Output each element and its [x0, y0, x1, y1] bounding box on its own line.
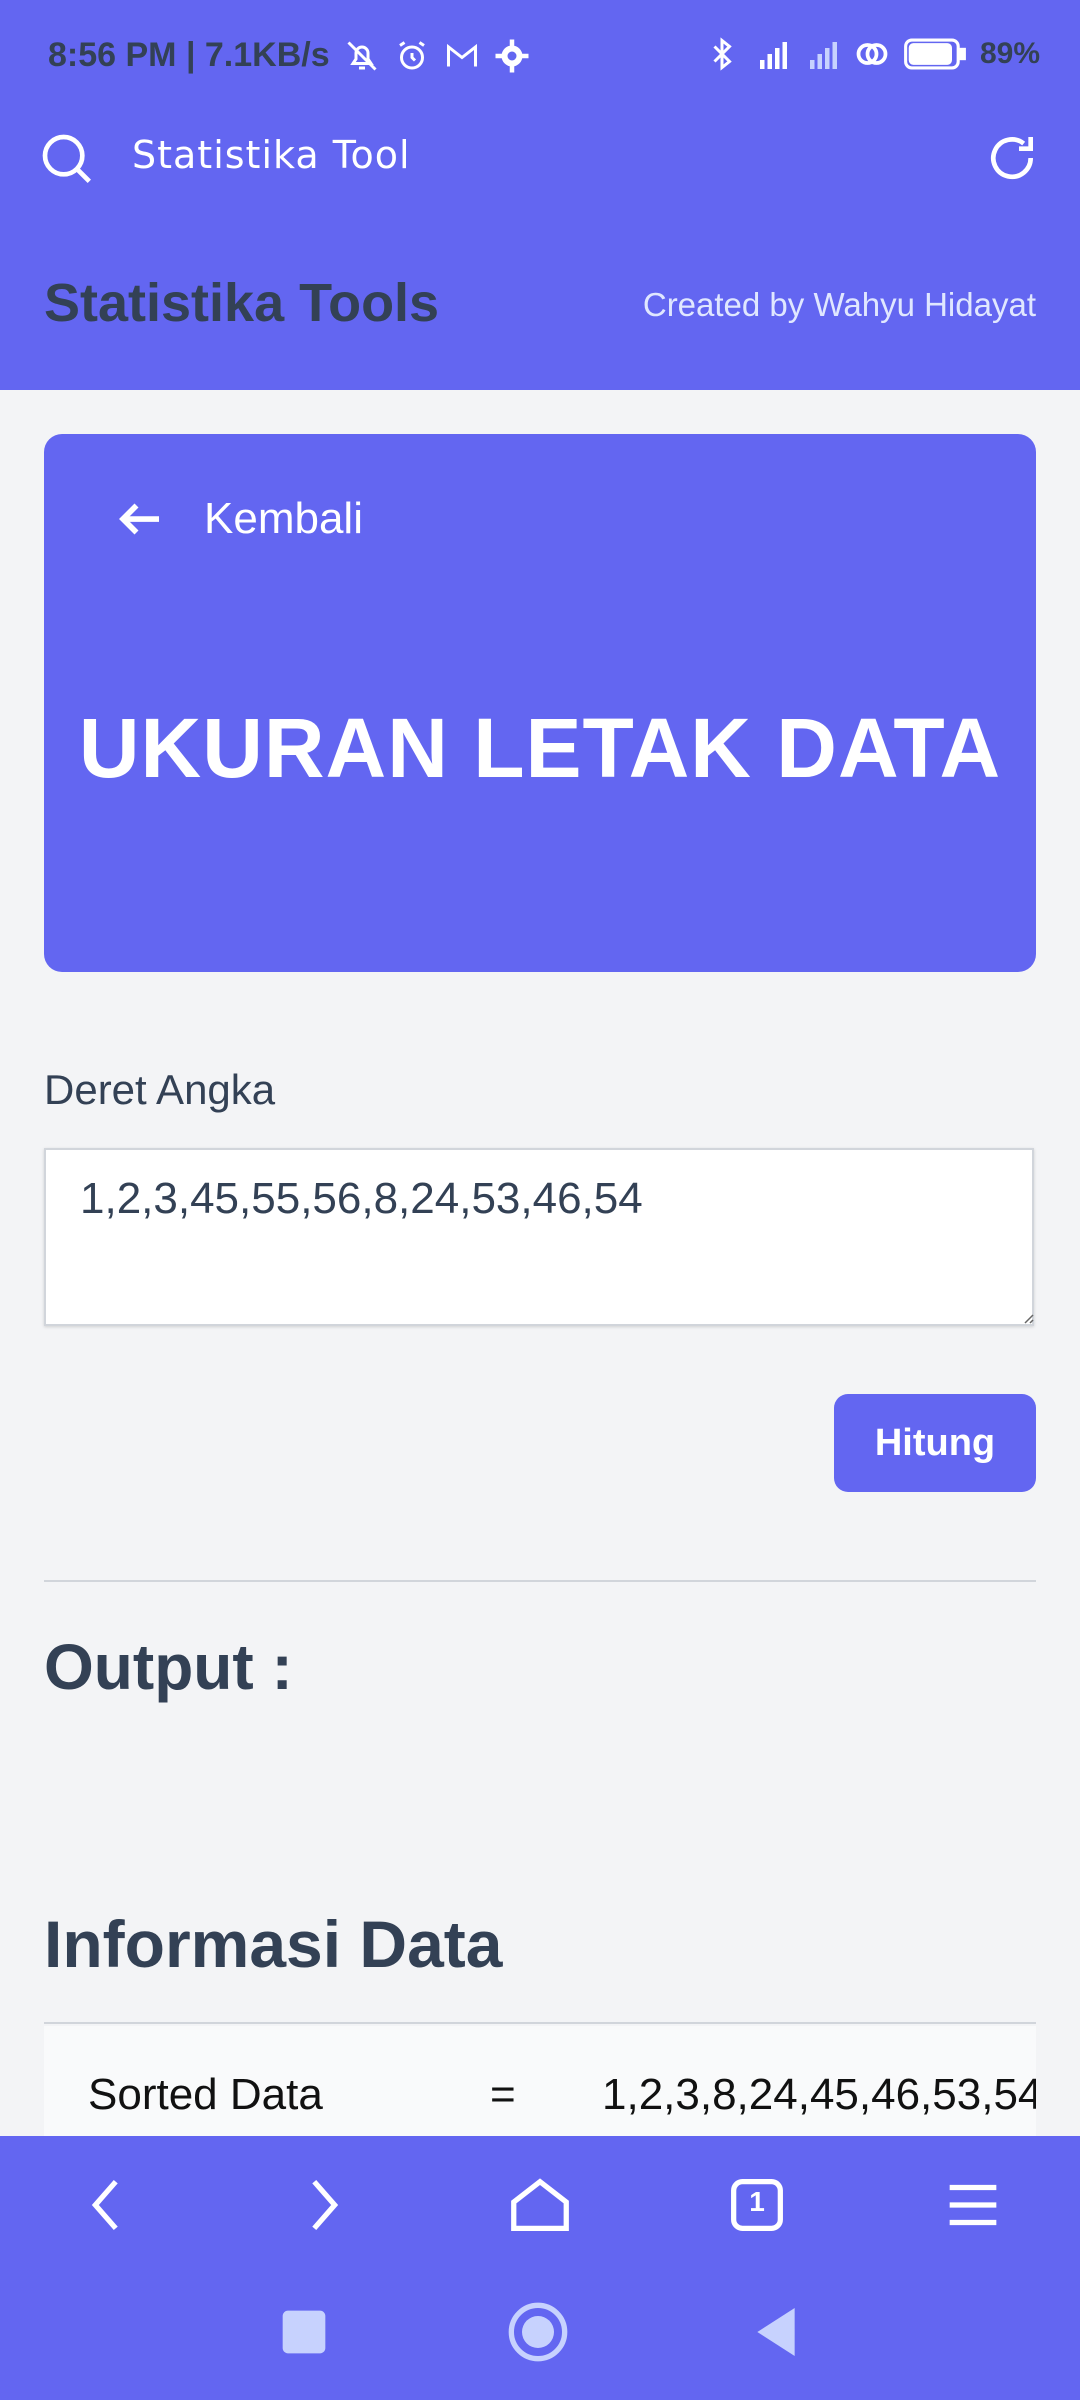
battery-percent: 89% — [979, 37, 1040, 70]
home-circle-icon[interactable] — [506, 2300, 570, 2364]
hitung-button[interactable]: Hitung — [834, 1394, 1036, 1492]
site-credit: Created by Wahyu Hidayat — [642, 286, 1036, 323]
resize-handle-icon[interactable] — [1022, 1312, 1034, 1324]
bell-off-icon — [347, 40, 377, 71]
tabs-button[interactable]: 1 — [722, 2170, 792, 2240]
status-time: 8:56 PM | 7.1KB/s — [48, 36, 330, 74]
back-icon[interactable] — [72, 2170, 142, 2240]
home-icon[interactable] — [505, 2170, 575, 2240]
gmail-icon — [446, 43, 477, 66]
forward-icon[interactable] — [288, 2170, 358, 2240]
settings-icon — [495, 39, 529, 72]
refresh-icon[interactable] — [984, 130, 1040, 186]
recents-icon[interactable] — [272, 2300, 336, 2364]
input-label: Deret Angka — [44, 1066, 276, 1113]
signal-4g-icon — [759, 42, 787, 69]
browser-title[interactable]: Statistika Tool — [132, 133, 411, 177]
output-heading: Output : — [44, 1631, 293, 1703]
info-row-equals: = — [490, 2070, 516, 2119]
bluetooth-icon — [713, 37, 732, 71]
battery-icon — [904, 38, 966, 70]
arrow-left-icon — [119, 503, 159, 535]
menu-icon[interactable] — [938, 2170, 1008, 2240]
status-bar-left: 8:56 PM | 7.1KB/s — [48, 36, 530, 75]
signal-icon — [809, 42, 837, 69]
alarm-icon — [398, 40, 425, 69]
info-row-value: 1,2,3,8,24,45,46,53,54,55,56 — [602, 2070, 1036, 2119]
back-link[interactable]: Kembali — [114, 492, 363, 546]
tab-count: 1 — [749, 2186, 765, 2217]
system-back-icon[interactable] — [744, 2300, 808, 2364]
page-title: UKURAN LETAK DATA — [78, 701, 1002, 795]
site-title: Statistika Tools — [44, 273, 440, 333]
number-series-input[interactable] — [44, 1148, 1034, 1326]
status-bar-right: 89% — [704, 36, 1040, 72]
search-icon[interactable] — [38, 130, 94, 186]
link-icon — [856, 43, 888, 65]
info-heading: Informasi Data — [44, 1907, 503, 1981]
info-row-label: Sorted Data — [88, 2070, 323, 2119]
back-link-label: Kembali — [204, 494, 363, 543]
divider — [44, 1580, 1036, 1582]
divider — [44, 2022, 1036, 2024]
